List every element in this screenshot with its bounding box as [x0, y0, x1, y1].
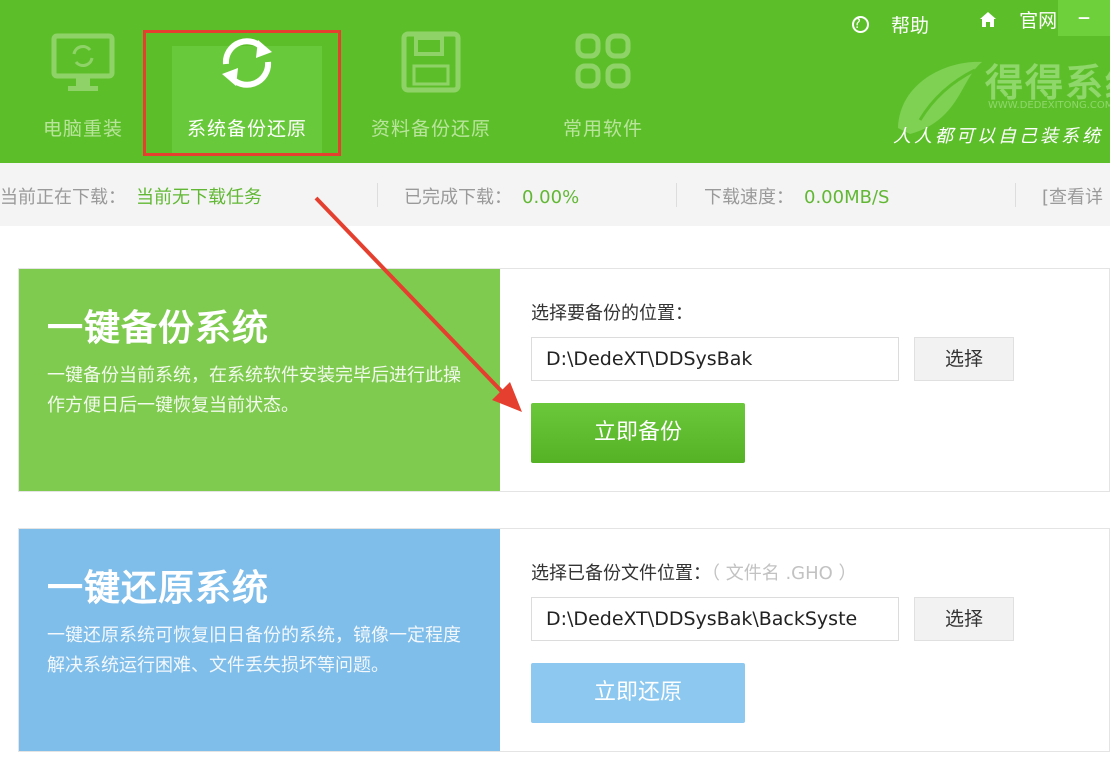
- restore-file-hint: （ 文件名 .GHO ）: [711, 563, 857, 584]
- tab-reinstall[interactable]: 电脑重装: [8, 30, 158, 160]
- status-divider: [377, 183, 378, 207]
- download-speed: 下载速度： 0.00MB/S: [704, 183, 889, 209]
- restore-choose-button[interactable]: 选择: [914, 597, 1014, 641]
- backup-info: 一键备份系统 一键备份当前系统，在系统软件安装完毕后进行此操作方便日后一键恢复当…: [19, 269, 500, 491]
- highlight-box: [143, 30, 341, 156]
- restore-location-text: 选择已备份文件位置：: [531, 563, 711, 584]
- backup-location-label: 选择要备份的位置：: [531, 303, 693, 324]
- monitor-refresh-icon: [8, 30, 158, 96]
- official-site-label: 官网: [1019, 10, 1058, 32]
- grid-apps-icon: [528, 30, 678, 96]
- top-header: 电脑重装 系统备份还原 资料备份还原 常用软件 ? 帮助 官网 – 得得系 WW…: [0, 0, 1110, 163]
- tab-reinstall-label: 电脑重装: [42, 118, 123, 140]
- completed-download-value: 0.00%: [522, 187, 580, 208]
- completed-download: 已完成下载： 0.00%: [404, 183, 579, 209]
- download-status-bar: 当前正在下载： 当前无下载任务 已完成下载： 0.00% 下载速度： 0.00MB/S…: [0, 163, 1110, 226]
- brand-name: 得得系统: [985, 61, 1110, 105]
- backup-choose-button[interactable]: 选择: [914, 337, 1014, 381]
- tab-data-backup-restore[interactable]: 资料备份还原: [356, 30, 506, 160]
- brand-url: WWW.DEDEXITONG.COM: [988, 100, 1110, 111]
- restore-info: 一键还原系统 一键还原系统可恢复旧日备份的系统，镜像一定程度解决系统运行困难、文…: [19, 529, 500, 751]
- download-speed-label: 下载速度：: [704, 187, 794, 208]
- help-link[interactable]: ? 帮助: [852, 11, 951, 38]
- view-details-link[interactable]: [查看详: [1042, 183, 1103, 209]
- restore-path-input[interactable]: D:\DedeXT\DDSysBak\BackSyste: [531, 597, 899, 641]
- help-link-label: 帮助: [891, 15, 930, 37]
- download-speed-value: 0.00MB/S: [804, 187, 890, 208]
- minimize-button[interactable]: –: [1058, 0, 1110, 36]
- current-download: 当前正在下载： 当前无下载任务: [0, 183, 262, 209]
- restore-now-button[interactable]: 立即还原: [531, 663, 745, 723]
- restore-panel: 一键还原系统 一键还原系统可恢复旧日备份的系统，镜像一定程度解决系统运行困难、文…: [18, 528, 1110, 752]
- backup-path-input[interactable]: D:\DedeXT\DDSysBak: [531, 337, 899, 381]
- backup-now-button[interactable]: 立即备份: [531, 403, 745, 463]
- restore-title: 一键还原系统: [47, 568, 270, 609]
- tab-data-backup-restore-label: 资料备份还原: [370, 118, 491, 140]
- help-icon: ?: [852, 16, 869, 33]
- backup-title: 一键备份系统: [47, 308, 270, 349]
- home-icon: [979, 11, 997, 28]
- completed-download-label: 已完成下载：: [404, 187, 512, 208]
- tab-common-software[interactable]: 常用软件: [528, 30, 678, 160]
- floppy-disk-icon: [356, 30, 506, 96]
- brand-slogan: 人人都可以自己装系统: [893, 126, 1103, 147]
- backup-description: 一键备份当前系统，在系统软件安装完毕后进行此操作方便日后一键恢复当前状态。: [47, 365, 461, 416]
- tab-common-software-label: 常用软件: [562, 118, 643, 140]
- backup-panel: 一键备份系统 一键备份当前系统，在系统软件安装完毕后进行此操作方便日后一键恢复当…: [18, 268, 1110, 492]
- status-divider: [1015, 183, 1016, 207]
- current-download-label: 当前正在下载：: [0, 187, 126, 208]
- restore-description: 一键还原系统可恢复旧日备份的系统，镜像一定程度解决系统运行困难、文件丢失损坏等问…: [47, 625, 461, 676]
- restore-location-label: 选择已备份文件位置：（ 文件名 .GHO ）: [531, 559, 857, 585]
- current-download-value: 当前无下载任务: [136, 187, 262, 208]
- status-divider: [676, 183, 677, 207]
